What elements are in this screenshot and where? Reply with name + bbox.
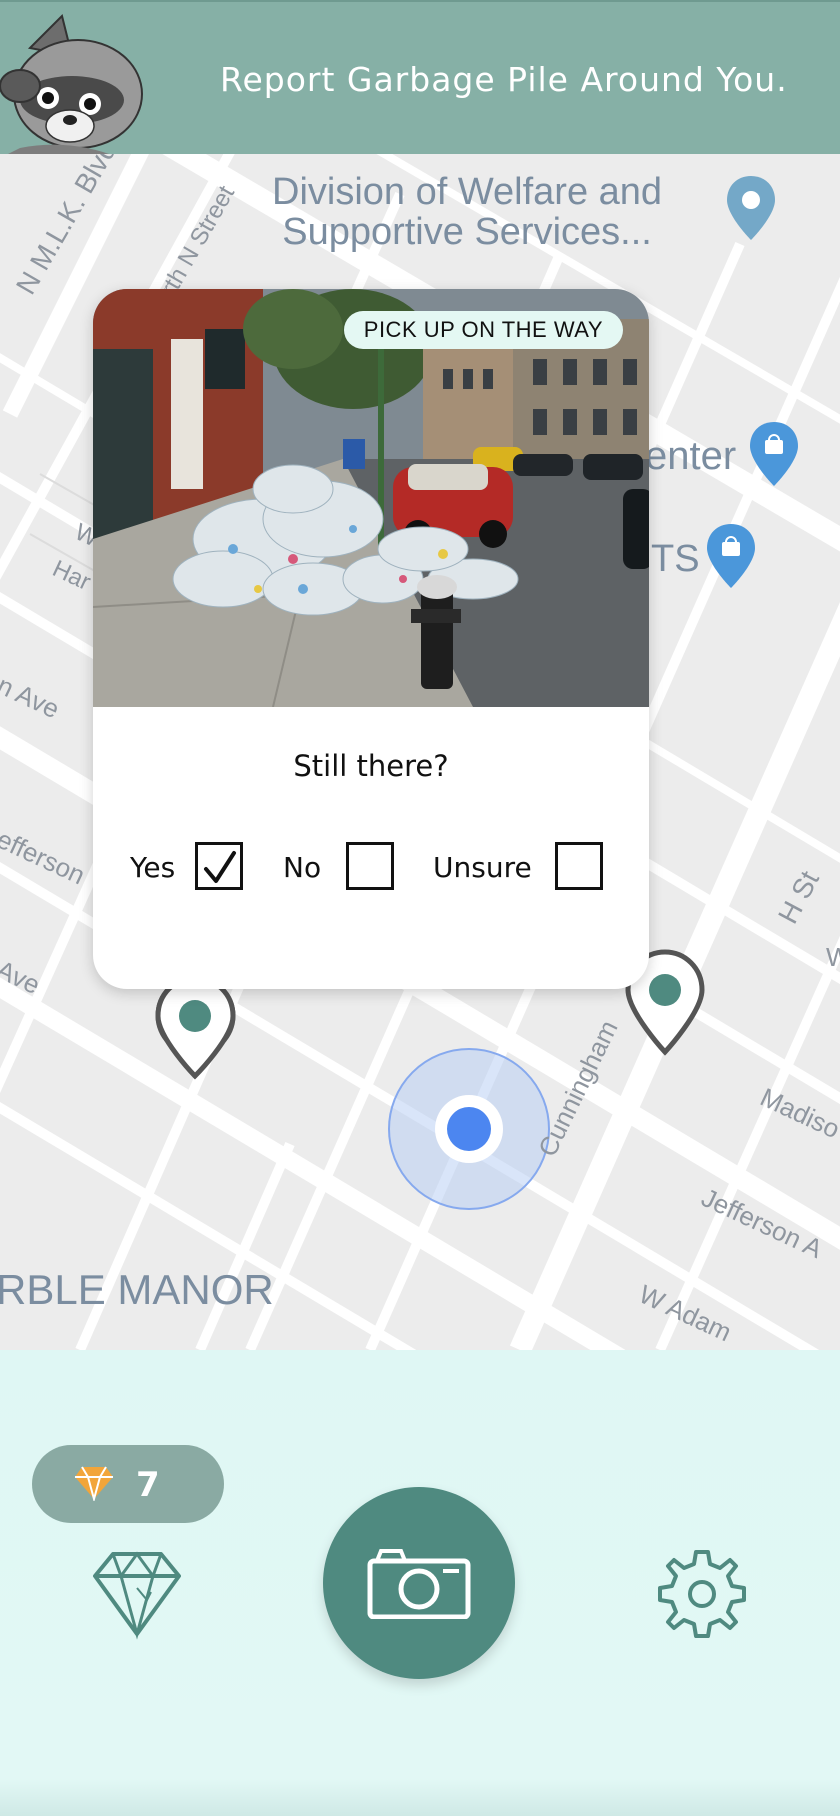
option-unsure-label: Unsure — [433, 851, 532, 884]
poi-label-ts[interactable]: TS — [651, 539, 700, 579]
camera-icon — [367, 1549, 471, 1619]
unsure-checkbox[interactable] — [555, 842, 603, 890]
no-checkbox[interactable] — [346, 842, 394, 890]
option-no-label: No — [283, 851, 322, 884]
current-location-icon — [388, 1048, 550, 1210]
report-card: PICK UP ON THE WAY Still there? Yes No U… — [93, 289, 649, 989]
poi-pin-icon[interactable] — [727, 176, 775, 240]
gem-count: 7 — [136, 1465, 160, 1505]
still-there-question: Still there? — [293, 749, 449, 783]
poi-label-line: Division of Welfare and — [272, 171, 663, 213]
gem-small-icon — [75, 1466, 113, 1501]
poi-label-center[interactable]: enter — [645, 436, 736, 476]
street-label: W — [826, 942, 840, 972]
header-title: Report Garbage Pile Around You. — [220, 60, 788, 99]
pick-up-badge[interactable]: PICK UP ON THE WAY — [343, 311, 623, 349]
option-yes-label: Yes — [130, 851, 176, 884]
yes-checkbox[interactable] — [195, 842, 243, 890]
poi-label-line: Supportive Services... — [282, 211, 652, 253]
app-header: Report Garbage Pile Around You. — [0, 0, 840, 158]
raccoon-logo — [0, 14, 143, 158]
gem-counter[interactable]: 7 — [32, 1445, 224, 1523]
camera-button[interactable] — [323, 1487, 515, 1679]
gear-icon[interactable] — [654, 1548, 746, 1640]
check-icon — [204, 851, 236, 883]
gem-icon[interactable] — [91, 1548, 183, 1640]
garbage-photo — [93, 289, 649, 707]
poi-label-welfare[interactable]: Division of Welfare and Supportive Servi… — [272, 172, 662, 252]
neighborhood-label: RBLE MANOR — [0, 1266, 274, 1313]
